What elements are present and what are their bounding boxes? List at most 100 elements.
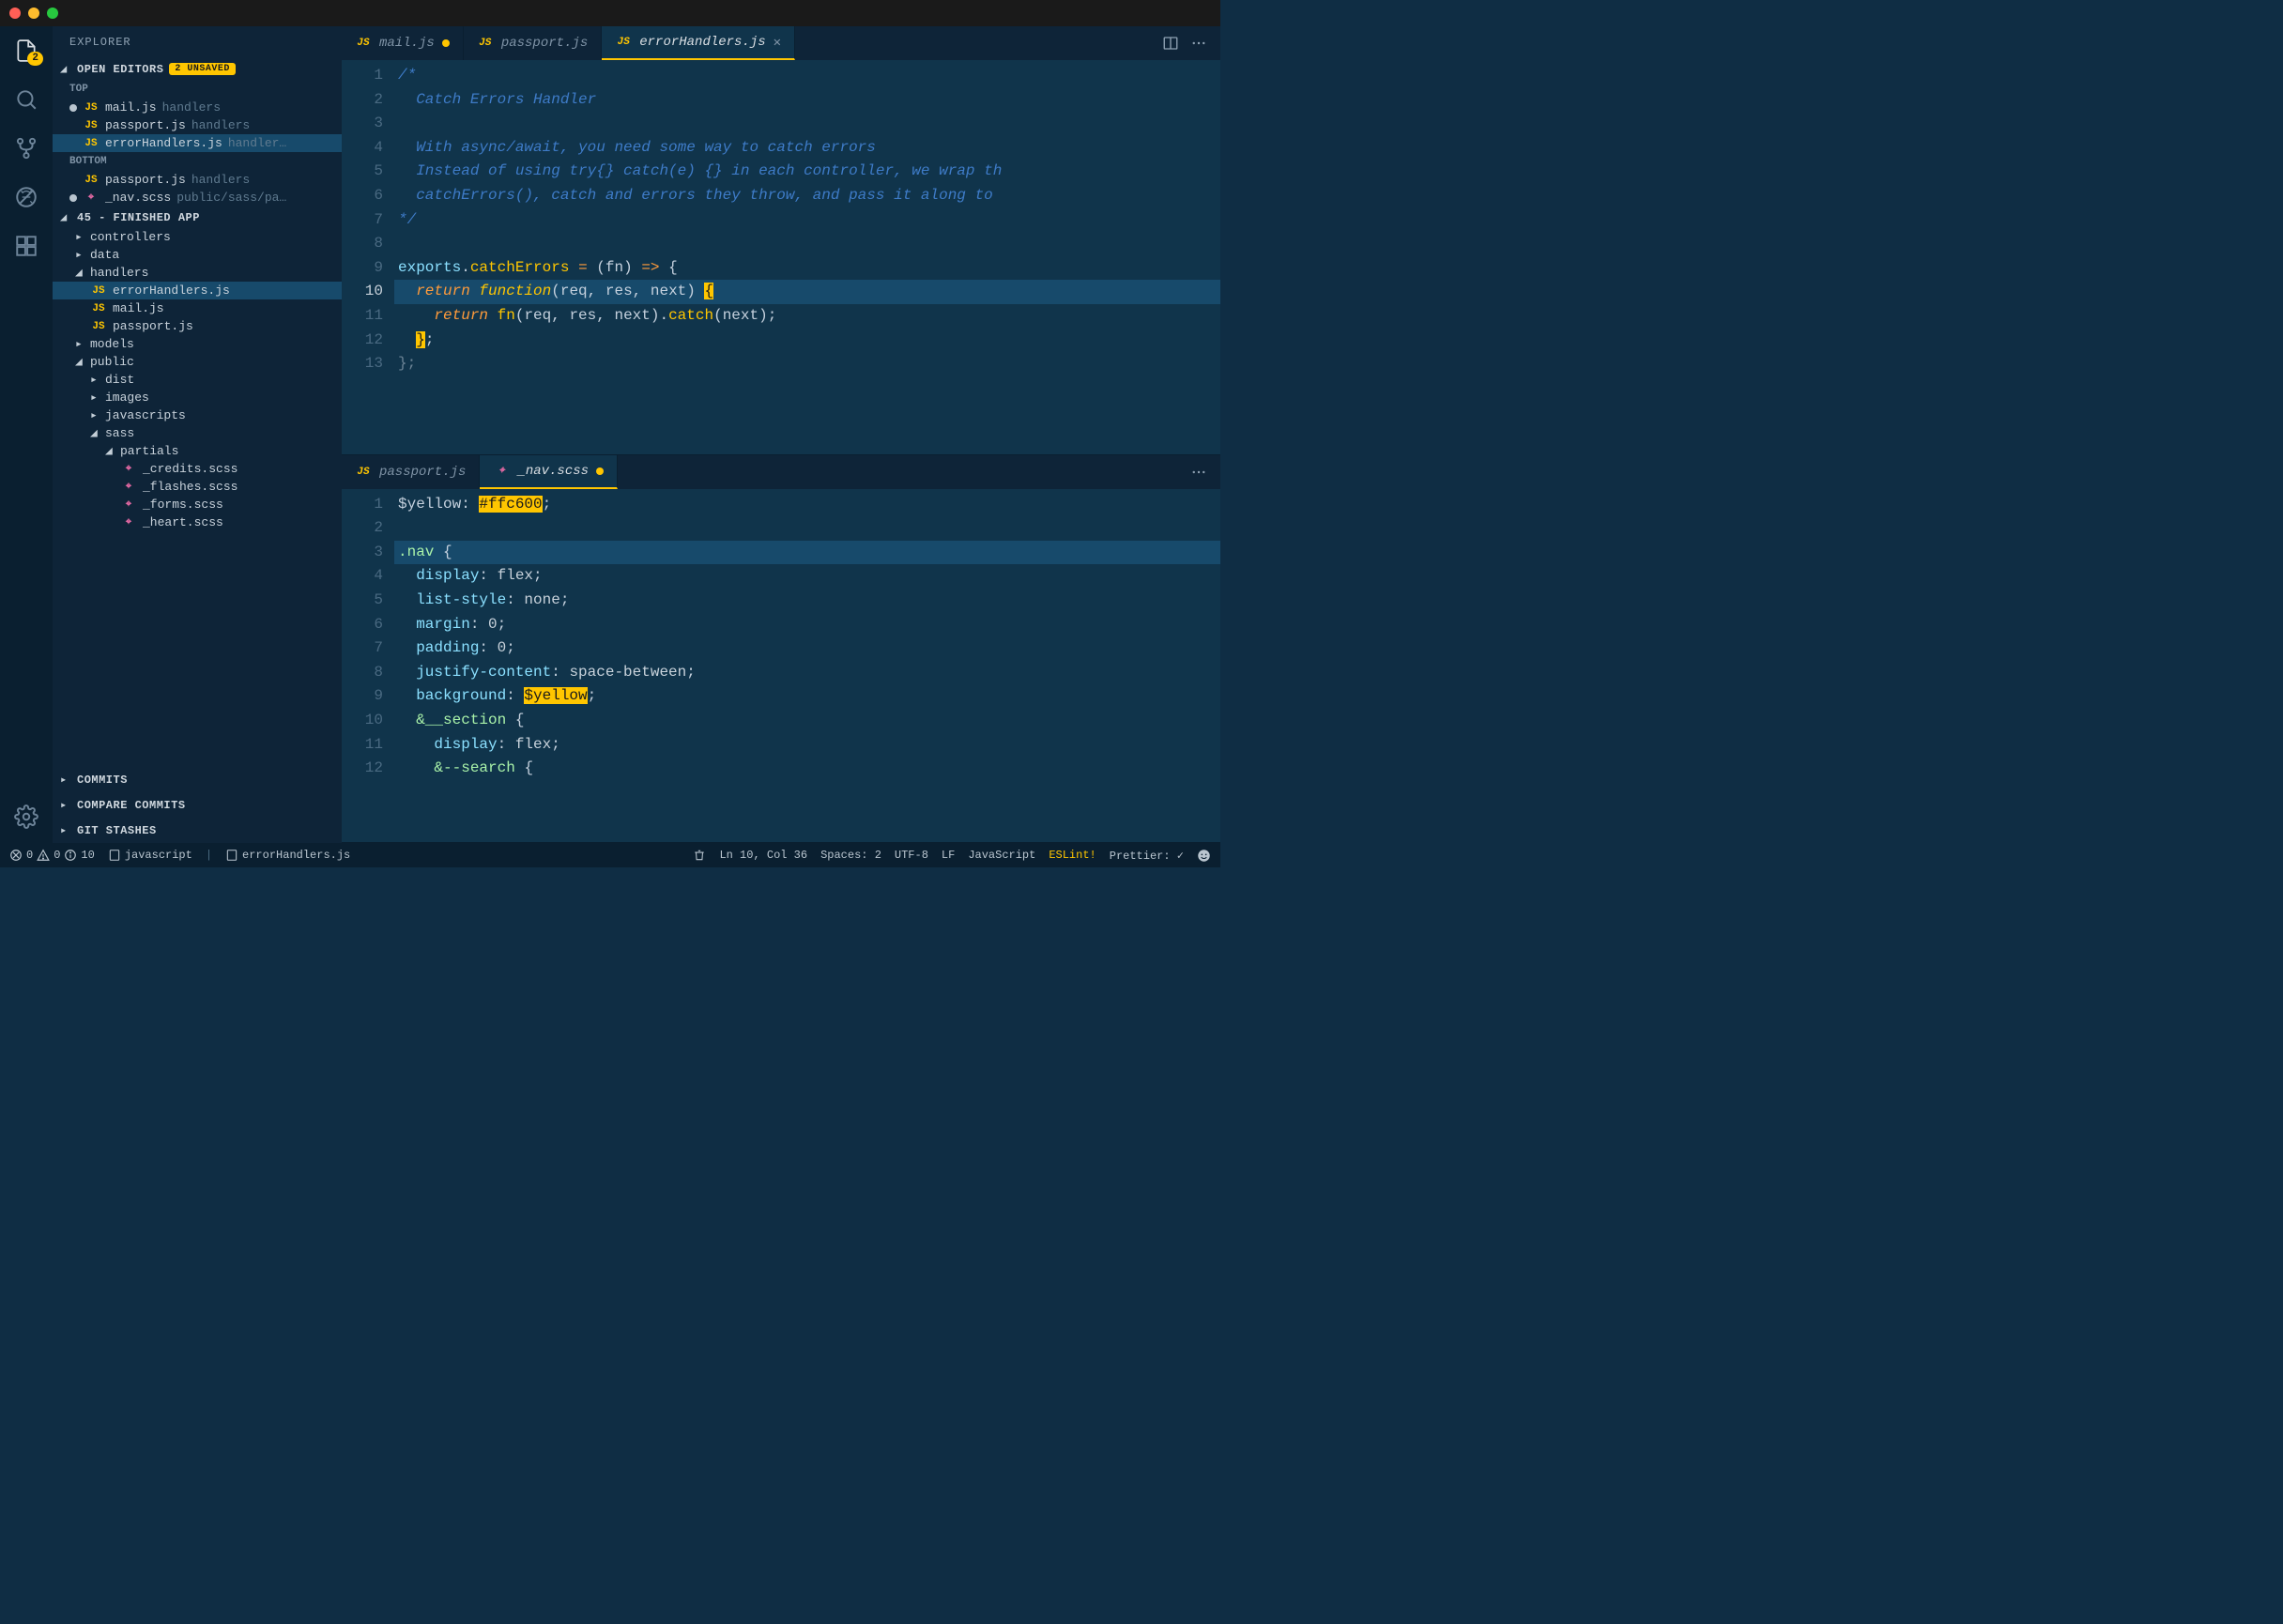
editor-bottom[interactable]: 123456789101112 $yellow: #ffc600;.nav { … [342, 489, 1220, 842]
group-top: TOP [53, 80, 342, 99]
file-name: _flashes.scss [143, 480, 237, 494]
js-file-icon: JS [355, 467, 372, 478]
chevron-right-icon: ▸ [75, 248, 86, 262]
js-file-icon: JS [83, 138, 100, 149]
open-editor-item[interactable]: JSmail.js handlers [53, 99, 342, 116]
group-bottom: BOTTOM [53, 152, 342, 171]
open-editor-item[interactable]: JSpassport.js handlers [53, 116, 342, 134]
js-file-icon: JS [83, 120, 100, 131]
file-name: passport.js [105, 173, 186, 187]
explorer-badge: 2 [27, 52, 43, 66]
file-item[interactable]: JSpassport.js [53, 317, 342, 335]
window-maximize-icon[interactable] [47, 8, 58, 19]
editor-area: JSmail.js JS passport.js JS errorHandlers.js… [342, 26, 1220, 843]
status-trash-icon[interactable] [693, 849, 706, 862]
file-item[interactable]: ⌖_forms.scss [53, 496, 342, 513]
more-icon[interactable] [1185, 35, 1213, 52]
folder-item[interactable]: ▸ models [53, 335, 342, 353]
activity-bar: 2 [0, 26, 53, 843]
extensions-icon[interactable] [13, 233, 39, 259]
window-close-icon[interactable] [9, 8, 21, 19]
folder-name: partials [120, 444, 178, 458]
file-item[interactable]: JS errorHandlers.js [53, 282, 342, 299]
folder-name: controllers [90, 230, 171, 244]
file-item[interactable]: ⌖_flashes.scss [53, 478, 342, 496]
chevron-right-icon: ▸ [75, 337, 86, 351]
editor-tab[interactable]: JSmail.js [342, 26, 464, 60]
status-file[interactable]: errorHandlers.js [225, 849, 350, 862]
editor-tab[interactable]: JS passport.js [342, 455, 480, 489]
file-name: _credits.scss [143, 462, 237, 476]
editor-top[interactable]: 12345678910111213 /* Catch Errors Handle… [342, 60, 1220, 454]
status-ln-col[interactable]: Ln 10, Col 36 [719, 849, 807, 862]
js-file-icon: JS [90, 285, 107, 297]
status-langmode[interactable]: JavaScript [968, 849, 1035, 862]
status-spaces[interactable]: Spaces: 2 [820, 849, 881, 862]
folder-item[interactable]: ◢sass [53, 424, 342, 442]
folder-name: sass [105, 426, 134, 440]
open-editor-item[interactable]: JSpassport.js handlers [53, 171, 342, 189]
project-header[interactable]: ◢ 45 - FINISHED APP [53, 207, 342, 228]
settings-icon[interactable] [13, 804, 39, 830]
tab-label: passport.js [379, 465, 466, 480]
file-path: public/sass/pa… [176, 191, 286, 205]
more-icon[interactable] [1185, 464, 1213, 481]
status-eslint[interactable]: ESLint! [1049, 849, 1096, 862]
file-name: passport.js [113, 319, 193, 333]
folder-item[interactable]: ◢public [53, 353, 342, 371]
debug-icon[interactable] [13, 184, 39, 210]
status-lang1[interactable]: javascript [108, 849, 192, 862]
panel-header[interactable]: ▸COMPARE COMMITS [53, 792, 342, 818]
file-item[interactable]: JS mail.js [53, 299, 342, 317]
js-file-icon: JS [83, 175, 100, 186]
folder-item[interactable]: ▸dist [53, 371, 342, 389]
open-editors-header[interactable]: ◢ OPEN EDITORS 2 UNSAVED [53, 58, 342, 80]
folder-name: models [90, 337, 134, 351]
file-name: _heart.scss [143, 515, 223, 529]
open-editor-item[interactable]: JSerrorHandlers.js handler… [53, 134, 342, 152]
js-file-icon: JS [615, 37, 632, 48]
sidebar-title: EXPLORER [53, 26, 342, 58]
folder-item[interactable]: ◢partials [53, 442, 342, 460]
folder-item[interactable]: ▸ images [53, 389, 342, 406]
panel-header[interactable]: ▸GIT STASHES [53, 818, 342, 843]
chevron-right-icon: ▸ [90, 373, 101, 387]
window-minimize-icon[interactable] [28, 8, 39, 19]
folder-item[interactable]: ▸javascripts [53, 406, 342, 424]
unsaved-badge: 2 UNSAVED [169, 63, 236, 75]
split-editor-icon[interactable] [1157, 35, 1185, 52]
editor-tab[interactable]: JS errorHandlers.js ✕ [602, 26, 795, 60]
status-feedback-icon[interactable] [1197, 849, 1211, 863]
editor-tab[interactable]: ⌖_nav.scss [480, 455, 618, 489]
sidebar: EXPLORER ◢ OPEN EDITORS 2 UNSAVED TOP JS… [53, 26, 342, 843]
scss-file-icon: ⌖ [120, 517, 137, 529]
file-path: handler… [228, 136, 286, 150]
file-name: mail.js [113, 301, 164, 315]
status-eol[interactable]: LF [942, 849, 955, 862]
folder-name: images [105, 391, 149, 405]
tab-label: errorHandlers.js [639, 35, 765, 50]
file-item[interactable]: ⌖ _credits.scss [53, 460, 342, 478]
scss-file-icon: ⌖ [83, 192, 100, 204]
scss-file-icon: ⌖ [120, 464, 137, 475]
status-prettier[interactable]: Prettier: ✓ [1110, 849, 1184, 863]
open-editor-item[interactable]: ⌖_nav.scss public/sass/pa… [53, 189, 342, 207]
folder-item[interactable]: ◢handlers [53, 264, 342, 282]
explorer-icon[interactable]: 2 [13, 38, 39, 64]
chevron-right-icon: ▸ [90, 391, 101, 405]
panel-header[interactable]: ▸COMMITS [53, 767, 342, 792]
folder-name: handlers [90, 266, 148, 280]
editor-tab[interactable]: JSpassport.js [464, 26, 602, 60]
status-encoding[interactable]: UTF-8 [895, 849, 928, 862]
file-name: errorHandlers.js [113, 283, 230, 298]
file-item[interactable]: ⌖ _heart.scss [53, 513, 342, 531]
file-name: _forms.scss [143, 498, 223, 512]
search-icon[interactable] [13, 86, 39, 113]
folder-item[interactable]: ▸controllers [53, 228, 342, 246]
source-control-icon[interactable] [13, 135, 39, 161]
file-path: handlers [192, 118, 250, 132]
folder-item[interactable]: ▸data [53, 246, 342, 264]
status-problems[interactable]: 0 0 10 [9, 849, 95, 862]
close-icon[interactable]: ✕ [774, 35, 781, 51]
js-file-icon: JS [90, 303, 107, 314]
